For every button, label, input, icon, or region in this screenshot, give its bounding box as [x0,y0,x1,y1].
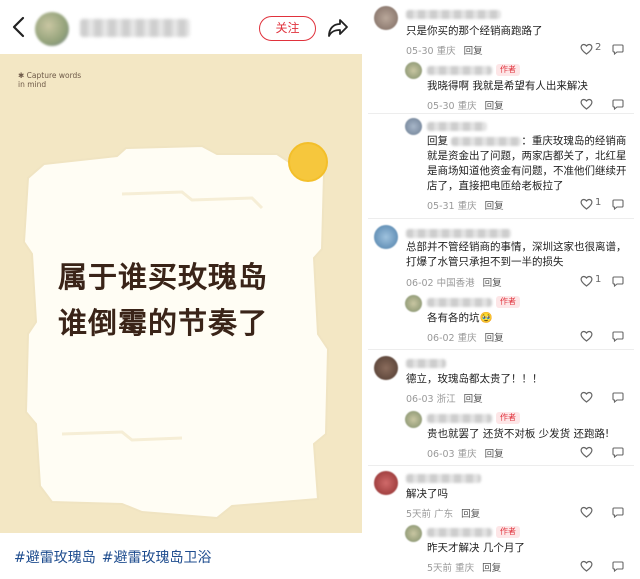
heart-icon[interactable] [580,275,593,287]
comment-text: 回复 ：重庆玫瑰岛的经销商就是资金出了问题，两家店都关了，北红星是商场知道他资金… [427,134,632,194]
heart-icon[interactable] [580,506,593,518]
comment-bubble-icon[interactable] [612,330,624,342]
author-reply-avatar[interactable] [405,62,422,79]
author-badge: 作者 [496,526,520,538]
heart-icon[interactable] [580,198,593,210]
commenter-name[interactable] [427,298,492,307]
hashtag-link[interactable]: #避雷玫瑰岛卫浴 [102,550,212,566]
commenter-avatar[interactable] [374,356,398,380]
divider [368,349,634,350]
comment-bubble-icon[interactable] [612,391,624,403]
post-image-card[interactable]: ✱ Capture words in mind 属于谁买玫瑰岛 谁倒霉的节奏了 [0,54,362,533]
commenter-name[interactable] [406,10,501,19]
commenter-name[interactable] [406,229,511,238]
mentioned-user[interactable] [451,136,522,146]
heart-icon[interactable] [580,391,593,403]
card-caption: ✱ Capture words in mind [18,71,81,89]
author-name[interactable]: ********** [80,19,190,37]
commenter-name[interactable] [427,528,492,537]
post-panel: ********** 关注 ✱ Capture words in mind 属于… [0,0,362,579]
comment-meta: 05-30 重庆 回复 [406,46,483,57]
commenter-avatar[interactable] [374,471,398,495]
card-caption-line1: ✱ Capture words [18,71,82,80]
reply-button[interactable]: 回复 [485,101,504,112]
heart-icon[interactable] [580,43,593,55]
card-headline-line1: 属于谁买玫瑰岛 [58,260,269,294]
comment-bubble-icon[interactable] [612,198,624,210]
reply-button[interactable]: 回复 [485,201,504,212]
author-badge: 作者 [496,64,520,76]
comment-bubble-icon[interactable] [612,275,624,287]
commenter-avatar[interactable] [374,225,398,249]
comment-bubble-icon[interactable] [612,506,624,518]
author-avatar[interactable] [35,12,69,46]
comment-bubble-icon[interactable] [612,98,624,110]
post-header: ********** 关注 [0,0,362,54]
card-headline-line2: 谁倒霉的节奏了 [58,306,269,340]
commenter-avatar[interactable] [374,6,398,30]
comment-text: 解决了吗 [406,488,448,500]
heart-icon[interactable] [580,98,593,110]
card-caption-line2: in mind [18,80,47,89]
comment-meta: 5天前 重庆 回复 [427,563,502,574]
heart-icon[interactable] [580,560,593,572]
comment-bubble-icon[interactable] [612,446,624,458]
sun-sticker [288,142,328,182]
reply-button[interactable]: 回复 [485,449,504,460]
author-badge: 作者 [496,296,520,308]
comment-meta: 06-02 中国香港 回复 [406,278,502,289]
divider [368,465,634,466]
like-count: 1 [595,274,602,285]
comment-text: 贵也就罢了 还货不对板 少发货 还跑路! [427,428,610,440]
reply-button[interactable]: 回复 [482,563,501,574]
follow-button[interactable]: 关注 [259,16,316,41]
reply-button[interactable]: 回复 [461,509,480,520]
commenter-avatar[interactable] [405,118,422,135]
commenter-name[interactable] [427,122,487,131]
comment-bubble-icon[interactable] [612,43,624,55]
author-reply-avatar[interactable] [405,411,422,428]
commenter-name[interactable] [427,66,492,75]
author-reply-avatar[interactable] [405,525,422,542]
divider [368,113,634,114]
back-arrow-icon[interactable] [8,15,30,39]
comment-text: 德立，玫瑰岛都太贵了！！！ [406,373,543,385]
comment-meta: 05-31 重庆 回复 [427,201,504,212]
heart-icon[interactable] [580,330,593,342]
divider [368,218,634,219]
reply-prefix: 回复 [427,135,448,147]
reply-button[interactable]: 回复 [464,394,483,405]
hashtag-link[interactable]: #避雷玫瑰岛 [14,550,96,566]
reply-button[interactable]: 回复 [485,333,504,344]
author-badge: 作者 [496,412,520,424]
commenter-name[interactable] [406,474,481,483]
comment-meta: 5天前 广东 回复 [406,509,481,520]
commenter-name[interactable] [406,359,446,368]
share-icon[interactable] [326,16,350,40]
comment-meta: 06-03 浙江 回复 [406,394,483,405]
comment-bubble-icon[interactable] [612,560,624,572]
comment-text: 昨天才解决 几个月了 [427,542,525,554]
like-count: 2 [595,42,602,53]
card-headline: 属于谁买玫瑰岛 谁倒霉的节奏了 [58,254,318,346]
commenter-name[interactable] [427,414,492,423]
heart-icon[interactable] [580,446,593,458]
comment-text: 总部并不管经销商的事情，深圳这家也很离谱，打爆了水管只承担不到一半的损失 [406,241,627,268]
comment-text: 我晓得啊 我就是希望有人出来解决 [427,80,588,92]
comment-meta: 06-02 重庆 回复 [427,333,504,344]
comment-meta: 06-03 重庆 回复 [427,449,504,460]
like-count: 1 [595,197,602,208]
comment-text: 各有各的坑🥹 [427,312,493,324]
author-reply-avatar[interactable] [405,295,422,312]
comment-text: 只是你买的那个经销商跑路了 [406,25,543,37]
reply-button[interactable]: 回复 [483,278,502,289]
comment-meta: 05-30 重庆 回复 [427,101,504,112]
hashtags: #避雷玫瑰岛 #避雷玫瑰岛卫浴 [14,547,217,567]
reply-button[interactable]: 回复 [464,46,483,57]
